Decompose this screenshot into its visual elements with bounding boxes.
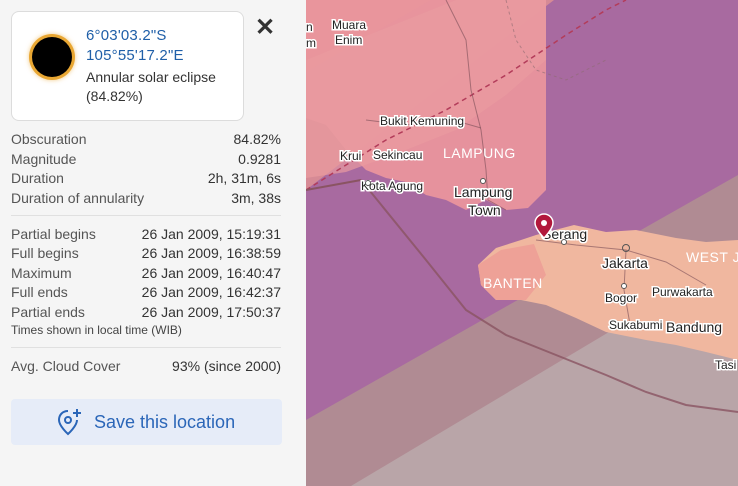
eclipse-info-panel: 6°03'03.2"S 105°55'17.2"E Annular solar …: [0, 0, 306, 486]
time-row-partial-ends: Partial ends 26 Jan 2009, 17:50:37: [11, 304, 281, 322]
map-label: Krui: [340, 149, 361, 163]
latitude-text: 6°03'03.2"S: [86, 27, 167, 44]
timezone-note: Times shown in local time (WIB): [11, 323, 182, 337]
map-label: Bogor: [605, 291, 637, 305]
cloud-label: Avg. Cloud Cover: [11, 358, 121, 374]
stat-row-annularity: Duration of annularity 3m, 38s: [11, 190, 281, 208]
time-row-partial-begins: Partial begins 26 Jan 2009, 15:19:31: [11, 226, 281, 244]
map-label: Tasi: [715, 358, 736, 372]
town-dot: [561, 239, 567, 245]
time-row-full-ends: Full ends 26 Jan 2009, 16:42:37: [11, 284, 281, 302]
time-label: Full ends: [11, 284, 68, 300]
eclipse-map[interactable]: n m Muara Enim Bukit Kemuning Krui Sekin…: [306, 0, 738, 486]
eclipse-percent: (84.82%): [86, 88, 143, 104]
stat-value: 2h, 31m, 6s: [207, 170, 281, 186]
save-location-button[interactable]: Save this location: [11, 399, 282, 445]
stat-row-obscuration: Obscuration 84.82%: [11, 131, 281, 149]
region-label: WEST JA: [686, 249, 738, 265]
time-label: Full begins: [11, 245, 79, 261]
time-label: Maximum: [11, 265, 72, 281]
time-label: Partial begins: [11, 226, 96, 242]
stat-value: 0.9281: [238, 151, 281, 167]
map-label: Purwakarta: [652, 285, 713, 299]
time-value: 26 Jan 2009, 17:50:37: [141, 304, 281, 320]
location-card: 6°03'03.2"S 105°55'17.2"E Annular solar …: [11, 11, 244, 121]
stat-row-duration: Duration 2h, 31m, 6s: [11, 170, 281, 188]
stat-value: 3m, 38s: [231, 190, 281, 206]
time-row-full-begins: Full begins 26 Jan 2009, 16:38:59: [11, 245, 281, 263]
region-label: BANTEN: [483, 275, 543, 291]
time-value: 26 Jan 2009, 16:38:59: [141, 245, 281, 261]
divider: [11, 347, 281, 348]
map-label: Town: [468, 202, 501, 218]
time-value: 26 Jan 2009, 16:42:37: [141, 284, 281, 300]
time-row-maximum: Maximum 26 Jan 2009, 16:40:47: [11, 265, 281, 283]
stat-row-magnitude: Magnitude 0.9281: [11, 151, 281, 169]
stat-label: Duration: [11, 170, 64, 186]
stat-label: Duration of annularity: [11, 190, 145, 206]
map-label: Muara: [332, 18, 366, 32]
map-label: Jakarta: [602, 255, 648, 271]
time-label: Partial ends: [11, 304, 85, 320]
stat-value: 84.82%: [233, 131, 281, 147]
map-label: Sekincau: [373, 148, 422, 162]
time-value: 26 Jan 2009, 15:19:31: [141, 226, 281, 242]
cloud-value: 93% (since 2000): [172, 358, 281, 374]
map-label: n: [306, 20, 313, 34]
town-dot: [480, 178, 486, 184]
divider: [11, 215, 281, 216]
map-label: Sukabumi: [609, 318, 662, 332]
add-location-icon: [57, 408, 83, 441]
time-value: 26 Jan 2009, 16:40:47: [141, 265, 281, 281]
region-label: LAMPUNG: [443, 145, 516, 161]
save-location-label: Save this location: [94, 412, 236, 432]
close-icon[interactable]: ✕: [253, 16, 277, 41]
eclipse-type: Annular solar eclipse: [86, 69, 216, 85]
map-label: m: [306, 36, 316, 50]
town-dot: [621, 283, 627, 289]
map-label: Bukit Kemuning: [380, 114, 464, 128]
map-canvas[interactable]: n m Muara Enim Bukit Kemuning Krui Sekin…: [306, 0, 738, 486]
stat-label: Magnitude: [11, 151, 77, 167]
map-label: Lampung: [454, 184, 512, 200]
town-dot: [365, 180, 371, 186]
annular-eclipse-icon: [32, 37, 72, 77]
map-label: Enim: [335, 33, 362, 47]
cloud-cover-row: Avg. Cloud Cover 93% (since 2000): [11, 358, 281, 376]
longitude-text: 105°55'17.2"E: [86, 47, 184, 64]
map-label: Bandung: [666, 319, 722, 335]
stat-label: Obscuration: [11, 131, 87, 147]
